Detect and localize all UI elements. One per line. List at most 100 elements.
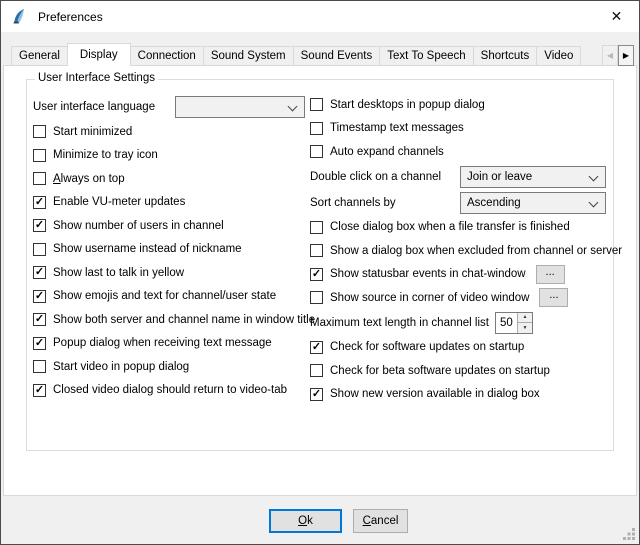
checkbox-label: Always on top [53,173,125,185]
tab-video[interactable]: Video [536,46,581,66]
combo-value: Join or leave [467,171,532,183]
statusbar-events-browse-button[interactable]: ... [536,265,565,284]
checkbox[interactable]: ✓ [33,384,46,397]
max-text-length-row: Maximum text length in channel list 50 ▲… [310,310,622,336]
preferences-dialog: Preferences ✕ General Display Connection… [0,0,640,545]
tab-scroll-right-icon[interactable]: ▶ [618,45,634,66]
checkbox[interactable] [33,360,46,373]
checkbox[interactable] [310,364,323,377]
tab-general[interactable]: General [11,46,68,66]
combo-value: Ascending [467,197,521,209]
checkbox-label: Popup dialog when receiving text message [53,337,272,349]
checkbox[interactable] [310,221,323,234]
right-checkbox-list-bottom: ✓ Check for software updates on startup … [310,336,622,407]
checkbox-row: Show username instead of nickname [33,238,311,262]
checkbox-row: Show a dialog box when excluded from cha… [310,239,622,263]
double-click-label: Double click on a channel [310,171,460,183]
checkbox[interactable] [310,145,323,158]
spinner-up-icon[interactable]: ▲ [518,313,532,324]
sort-channels-combobox[interactable]: Ascending [460,192,606,214]
checkbox[interactable] [33,243,46,256]
checkbox-label: Show last to talk in yellow [53,267,184,279]
checkbox[interactable] [310,98,323,111]
checkbox-row: ✓ Show emojis and text for channel/user … [33,285,311,309]
statusbar-events-row: ✓ Show statusbar events in chat-window .… [310,263,622,287]
ok-button[interactable]: Ok [269,509,342,533]
checkbox-row: ✓ Show last to talk in yellow [33,261,311,285]
checkbox-row: Timestamp text messages [310,117,622,141]
checkbox-row: Auto expand channels [310,140,622,164]
checkbox-label: Show both server and channel name in win… [53,314,315,326]
left-checkbox-list: Start minimized Minimize to tray icon Al… [33,120,311,402]
checkbox-label: Closed video dialog should return to vid… [53,384,287,396]
right-checkbox-list-top: Start desktops in popup dialog Timestamp… [310,93,622,164]
checkbox-row: ✓ Enable VU-meter updates [33,191,311,215]
double-click-combobox[interactable]: Join or leave [460,166,606,188]
checkbox-label: Show emojis and text for channel/user st… [53,290,276,302]
tab-display[interactable]: Display [67,43,131,66]
left-column: User interface language Start minimized … [33,93,311,402]
checkbox[interactable] [310,244,323,257]
tab-sound-system[interactable]: Sound System [203,46,294,66]
checkbox-row: Always on top [33,167,311,191]
checkbox[interactable] [310,122,323,135]
language-row: User interface language [33,93,311,120]
checkbox-label: Show number of users in channel [53,220,224,232]
checkbox-label: Close dialog box when a file transfer is… [330,221,570,233]
checkbox[interactable]: ✓ [33,219,46,232]
checkbox[interactable]: ✓ [310,341,323,354]
language-combobox[interactable] [175,96,305,118]
resize-grip[interactable] [623,528,635,540]
spinner-value[interactable]: 50 [496,313,517,333]
tab-shortcuts[interactable]: Shortcuts [473,46,538,66]
checkbox-row: ✓ Show number of users in channel [33,214,311,238]
cancel-button[interactable]: Cancel [353,509,408,533]
checkbox-row: Close dialog box when a file transfer is… [310,216,622,240]
tab-scroll-buttons: ◀ ▶ [602,45,634,66]
tab-sound-events[interactable]: Sound Events [293,46,381,66]
checkbox-label: Show source in corner of video window [330,292,529,304]
display-tab-page: User Interface Settings User interface l… [3,65,637,496]
checkbox[interactable]: ✓ [310,268,323,281]
checkbox[interactable] [33,172,46,185]
video-source-browse-button[interactable]: ... [539,288,568,307]
tab-text-to-speech[interactable]: Text To Speech [379,46,473,66]
max-text-length-label: Maximum text length in channel list [310,317,489,329]
video-source-row: Show source in corner of video window ..… [310,286,622,310]
spinner-down-icon[interactable]: ▼ [518,323,532,333]
checkbox-row: ✓ Closed video dialog should return to v… [33,379,311,403]
checkbox[interactable] [33,149,46,162]
chevron-down-icon [589,197,599,207]
checkbox[interactable]: ✓ [33,337,46,350]
checkbox[interactable]: ✓ [310,388,323,401]
group-title: User Interface Settings [35,72,158,84]
checkbox-row: Start minimized [33,120,311,144]
checkbox-label: Show a dialog box when excluded from cha… [330,245,622,257]
checkbox[interactable]: ✓ [33,196,46,209]
checkbox-label: Minimize to tray icon [53,149,158,161]
checkbox-label: Start desktops in popup dialog [330,99,485,111]
checkbox-label: Enable VU-meter updates [53,196,185,208]
checkbox[interactable]: ✓ [33,290,46,303]
checkbox-row: ✓ Show new version available in dialog b… [310,383,622,407]
checkbox[interactable] [310,291,323,304]
checkbox-row: ✓ Check for software updates on startup [310,336,622,360]
right-column: Start desktops in popup dialog Timestamp… [310,93,622,406]
app-icon [10,8,27,25]
checkbox-label: Show new version available in dialog box [330,388,540,400]
max-text-length-spinner: 50 ▲ ▼ [495,312,533,334]
checkbox-label: Timestamp text messages [330,122,464,134]
sort-channels-row: Sort channels by Ascending [310,190,622,216]
title-bar[interactable]: Preferences ✕ [1,1,639,32]
window-title: Preferences [38,10,103,24]
checkbox-label: Show statusbar events in chat-window [330,268,526,280]
tab-scroll-left-icon[interactable]: ◀ [602,45,618,66]
tab-connection[interactable]: Connection [130,46,204,66]
checkbox-row: Minimize to tray icon [33,144,311,168]
right-checkbox-list-mid: Close dialog box when a file transfer is… [310,216,622,263]
checkbox-label: Auto expand channels [330,146,444,158]
checkbox[interactable] [33,125,46,138]
close-icon[interactable]: ✕ [594,1,639,32]
checkbox[interactable]: ✓ [33,313,46,326]
checkbox[interactable]: ✓ [33,266,46,279]
